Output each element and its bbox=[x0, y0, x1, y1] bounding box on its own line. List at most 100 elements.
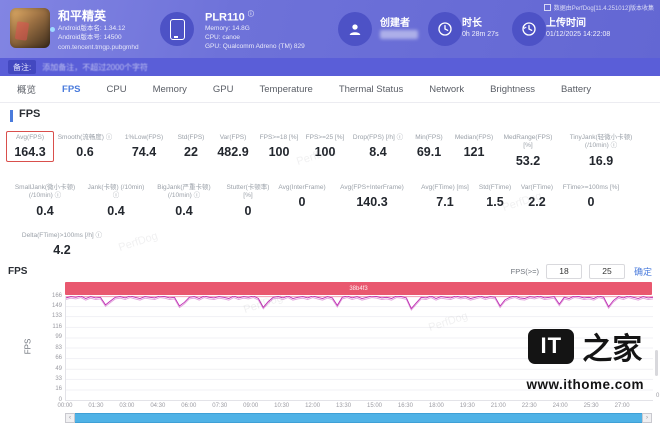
tab-thermal-status[interactable]: Thermal Status bbox=[326, 84, 416, 95]
stat-value: 4.2 bbox=[53, 243, 70, 257]
tab-brightness[interactable]: Brightness bbox=[477, 84, 548, 95]
time-range-scrollbar[interactable]: ‹ › bbox=[65, 413, 652, 423]
duration-label: 时长 bbox=[462, 14, 482, 29]
stat-cell: 1%Low(FPS)74.4 bbox=[116, 131, 172, 162]
fps-threshold-max-input[interactable] bbox=[589, 264, 625, 279]
user-icon bbox=[347, 21, 363, 37]
y-tick-label: 0 bbox=[36, 397, 62, 403]
x-tick-label: 04:30 bbox=[150, 403, 165, 409]
stat-value: 16.9 bbox=[589, 154, 613, 168]
stat-cell: Avg(FPS+InterFrame)140.3 bbox=[328, 181, 416, 212]
stat-value: 53.2 bbox=[516, 154, 540, 168]
stat-value: 140.3 bbox=[356, 195, 387, 209]
stat-value: 69.1 bbox=[417, 145, 441, 159]
threshold-confirm-link[interactable]: 确定 bbox=[634, 265, 652, 278]
stat-cell: Var(FPS) 482.9 bbox=[210, 131, 256, 162]
stat-label: Var(FPS) bbox=[220, 134, 247, 142]
x-tick-label: 12:00 bbox=[305, 403, 320, 409]
stat-label: Std(FPS) bbox=[178, 134, 205, 142]
stat-label: 1%Low(FPS) bbox=[125, 134, 163, 142]
scroll-thumb[interactable] bbox=[75, 413, 642, 423]
stat-value: 22 bbox=[184, 145, 198, 159]
x-tick-label: 07:30 bbox=[212, 403, 227, 409]
tab-cpu[interactable]: CPU bbox=[94, 84, 140, 95]
stat-value: 100 bbox=[269, 145, 290, 159]
x-tick-label: 24:00 bbox=[553, 403, 568, 409]
y-tick-label: 33 bbox=[36, 376, 62, 382]
stat-cell: Delta(FTime)>100ms [/h] ⓘ 4.2 bbox=[6, 229, 118, 260]
device-cpu: CPU: canoe bbox=[205, 34, 240, 41]
stat-label: Min(FPS) bbox=[415, 134, 442, 142]
x-tick-label: 03:00 bbox=[119, 403, 134, 409]
stat-cell: Median(FPS)121 bbox=[450, 131, 498, 162]
x-axis-ticks: 00:0001:3003:0004:3006:0007:3009:0010:30… bbox=[65, 403, 652, 411]
fps-threshold-min-input[interactable] bbox=[546, 264, 582, 279]
device-model: PLR110 ⓘ bbox=[205, 9, 254, 24]
upload-icon-circle bbox=[512, 12, 546, 46]
scene-band[interactable]: 38b4f3 bbox=[65, 282, 652, 295]
stat-value: 0 bbox=[588, 195, 595, 209]
tab-gpu[interactable]: GPU bbox=[200, 84, 247, 95]
y-tick-label: 99 bbox=[36, 334, 62, 340]
vertical-scroll-thumb[interactable] bbox=[655, 350, 658, 376]
scroll-handle-left[interactable]: ‹ bbox=[65, 413, 75, 423]
history-clock-icon bbox=[521, 21, 537, 37]
tab-battery[interactable]: Battery bbox=[548, 84, 604, 95]
x-tick-label: 15:00 bbox=[367, 403, 382, 409]
stat-label: Drop(FPS) [/h] ⓘ bbox=[353, 134, 403, 142]
stat-value: 0.4 bbox=[36, 204, 53, 218]
stat-cell: Drop(FPS) [/h] ⓘ8.4 bbox=[348, 131, 408, 162]
stat-label: FPS>=18 [%] bbox=[260, 134, 299, 142]
y-tick-label: 49 bbox=[36, 366, 62, 372]
ithome-it-badge: IT bbox=[528, 329, 574, 364]
info-icon[interactable]: ⓘ bbox=[248, 12, 254, 18]
stat-cell: FTime>=100ms [%] 0 bbox=[558, 181, 624, 212]
stats-row-3: Delta(FTime)>100ms [/h] ⓘ 4.2 bbox=[6, 229, 118, 260]
x-tick-label: 00:00 bbox=[57, 403, 72, 409]
creator-name-redacted bbox=[380, 30, 418, 39]
stat-value: 0.4 bbox=[107, 204, 124, 218]
x-tick-label: 09:00 bbox=[243, 403, 258, 409]
fps-line bbox=[66, 298, 653, 311]
scroll-handle-right[interactable]: › bbox=[642, 413, 652, 423]
note-text[interactable]: 添加备注，不超过2000个字符 bbox=[42, 62, 148, 73]
y-tick-label: 116 bbox=[36, 324, 62, 330]
stat-cell: Stutter(卡顿率) [%]0 bbox=[220, 181, 276, 221]
chart-title: FPS bbox=[8, 266, 27, 277]
y-tick-label: 66 bbox=[36, 355, 62, 361]
stat-label: FTime>=100ms [%] bbox=[563, 184, 619, 192]
section-title-bar bbox=[10, 110, 13, 122]
device-icon-circle bbox=[160, 12, 194, 46]
ithome-cn-text: 之家 bbox=[582, 324, 642, 368]
phone-icon bbox=[170, 19, 185, 40]
stat-value: 0.6 bbox=[76, 145, 93, 159]
stat-label: Jank(卡顿) (/10min) ⓘ bbox=[87, 184, 145, 201]
stat-label: Delta(FTime)>100ms [/h] ⓘ bbox=[22, 232, 102, 240]
x-tick-label: 18:00 bbox=[429, 403, 444, 409]
ithome-url: www.ithome.com bbox=[526, 377, 644, 392]
device-memory: Memory: 14.8G bbox=[205, 25, 250, 32]
stat-label: TinyJank(轻微小卡顿) (/10min) ⓘ bbox=[561, 134, 641, 151]
x-tick-label: 13:30 bbox=[336, 403, 351, 409]
tab-memory[interactable]: Memory bbox=[140, 84, 200, 95]
tab-temperature[interactable]: Temperature bbox=[246, 84, 325, 95]
stat-label: FPS>=25 [%] bbox=[306, 134, 345, 142]
stat-value: 482.9 bbox=[217, 145, 248, 159]
stat-cell: Min(FPS) 69.1 bbox=[408, 131, 450, 162]
tab-network[interactable]: Network bbox=[416, 84, 477, 95]
app-icon bbox=[10, 8, 50, 48]
tab-bar: 概览FPSCPUMemoryGPUTemperatureThermal Stat… bbox=[0, 76, 660, 103]
stat-label: Avg(FTime) [ms] bbox=[421, 184, 469, 192]
app-package: com.tencent.tmgp.pubgmhd bbox=[58, 44, 139, 51]
perfdog-watermark: PerfDog bbox=[117, 230, 159, 254]
note-bar: 备注: 添加备注，不超过2000个字符 bbox=[0, 58, 660, 76]
stat-value: 0 bbox=[245, 204, 252, 218]
scene-band-label: 38b4f3 bbox=[349, 286, 367, 292]
tab-fps[interactable]: FPS bbox=[49, 84, 93, 95]
duration-icon-circle bbox=[428, 12, 462, 46]
perfdog-report-page: 和平精英 Android版本名: 1.34.12 Android版本号: 145… bbox=[0, 0, 660, 426]
stat-label: Var(FTime) bbox=[521, 184, 553, 192]
tab-概览[interactable]: 概览 bbox=[4, 82, 49, 96]
stat-label: Median(FPS) bbox=[455, 134, 493, 142]
checkbox-icon[interactable] bbox=[544, 4, 551, 11]
